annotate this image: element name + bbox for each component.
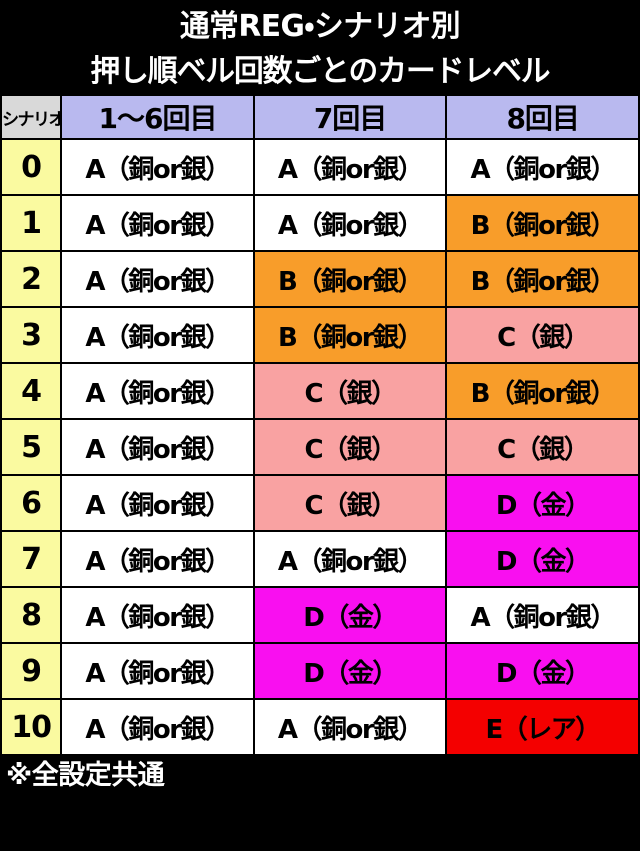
table-body: 0 A（銅or銀） A（銅or銀） A（銅or銀） 1 A（銅or銀） A（銅or銀） B（銅…	[2, 140, 638, 754]
card-level-cell-bell-1-6: A（銅or銀）	[62, 364, 253, 418]
card-level-cell-bell-8: B（銅or銀）	[447, 252, 638, 306]
scenario-number-cell: 7	[2, 532, 61, 586]
table-row: 1 A（銅or銀） A（銅or銀） B（銅or銀）	[2, 196, 638, 250]
scenario-number-cell: 2	[2, 252, 61, 306]
table-container: シナリオ 1〜6回目 7回目 8回目 0 A（銅or銀） A（銅or銀） A（銅or銀…	[0, 94, 640, 756]
table-row: 7 A（銅or銀） A（銅or銀） D（金）	[2, 532, 638, 586]
card-level-cell-bell-7: A（銅or銀）	[254, 140, 446, 194]
card-level-cell-bell-8: D（金）	[447, 476, 638, 530]
card-level-cell-bell-7: D（金）	[254, 588, 446, 642]
scenario-number-cell: 5	[2, 420, 61, 474]
column-header-scenario: シナリオ	[2, 96, 61, 138]
table-row: 8 A（銅or銀） D（金） A（銅or銀）	[2, 588, 638, 642]
card-level-cell-bell-1-6: A（銅or銀）	[62, 700, 253, 754]
card-level-cell-bell-8: D（金）	[447, 532, 638, 586]
page-title-line-2: 押し順ベル回数ごとのカードレベル	[90, 54, 550, 89]
card-level-cell-bell-1-6: A（銅or銀）	[62, 196, 253, 250]
card-level-cell-bell-8: A（銅or銀）	[447, 140, 638, 194]
card-level-cell-bell-8: A（銅or銀）	[447, 588, 638, 642]
card-level-cell-bell-1-6: A（銅or銀）	[62, 532, 253, 586]
scenario-number-cell: 1	[2, 196, 61, 250]
card-level-cell-bell-7: A（銅or銀）	[254, 532, 446, 586]
infographic-table-page: 通常REG・シナリオ別 押し順ベル回数ごとのカードレベル シナリオ 1〜6回目 …	[0, 0, 640, 851]
card-level-table: シナリオ 1〜6回目 7回目 8回目 0 A（銅or銀） A（銅or銀） A（銅or銀…	[0, 94, 640, 756]
column-header-bell-1-6: 1〜6回目	[62, 96, 253, 138]
table-row: 9 A（銅or銀） D（金） D（金）	[2, 644, 638, 698]
card-level-cell-bell-7: A（銅or銀）	[254, 700, 446, 754]
column-header-bell-7: 7回目	[254, 96, 446, 138]
card-level-cell-bell-7: B（銅or銀）	[254, 308, 446, 362]
table-row: 2 A（銅or銀） B（銅or銀） B（銅or銀）	[2, 252, 638, 306]
card-level-cell-bell-1-6: A（銅or銀）	[62, 140, 253, 194]
card-level-cell-bell-7: C（銀）	[254, 476, 446, 530]
card-level-cell-bell-1-6: A（銅or銀）	[62, 476, 253, 530]
card-level-cell-bell-7: C（銀）	[254, 420, 446, 474]
card-level-cell-bell-8: C（銀）	[447, 308, 638, 362]
card-level-cell-bell-1-6: A（銅or銀）	[62, 588, 253, 642]
page-title-line-1: 通常REG・シナリオ別	[179, 9, 461, 44]
table-row: 0 A（銅or銀） A（銅or銀） A（銅or銀）	[2, 140, 638, 194]
table-row: 3 A（銅or銀） B（銅or銀） C（銀）	[2, 308, 638, 362]
card-level-cell-bell-1-6: A（銅or銀）	[62, 252, 253, 306]
table-row: 5 A（銅or銀） C（銀） C（銀）	[2, 420, 638, 474]
column-header-bell-8: 8回目	[447, 96, 638, 138]
card-level-cell-bell-8: B（銅or銀）	[447, 196, 638, 250]
card-level-cell-bell-1-6: A（銅or銀）	[62, 644, 253, 698]
scenario-number-cell: 4	[2, 364, 61, 418]
card-level-cell-bell-7: A（銅or銀）	[254, 196, 446, 250]
scenario-number-cell: 6	[2, 476, 61, 530]
card-level-cell-bell-7: D（金）	[254, 644, 446, 698]
scenario-number-cell: 10	[2, 700, 61, 754]
table-row: 6 A（銅or銀） C（銀） D（金）	[2, 476, 638, 530]
scenario-number-cell: 3	[2, 308, 61, 362]
scenario-number-cell: 0	[2, 140, 61, 194]
page-title: 通常REG・シナリオ別 押し順ベル回数ごとのカードレベル	[0, 0, 640, 94]
card-level-cell-bell-7: C（銀）	[254, 364, 446, 418]
scenario-number-cell: 8	[2, 588, 61, 642]
table-header-row: シナリオ 1〜6回目 7回目 8回目	[2, 96, 638, 138]
table-row: 4 A（銅or銀） C（銀） B（銅or銀）	[2, 364, 638, 418]
card-level-cell-bell-8: D（金）	[447, 644, 638, 698]
card-level-cell-bell-8: E（レア）	[447, 700, 638, 754]
card-level-cell-bell-8: B（銅or銀）	[447, 364, 638, 418]
table-row: 10 A（銅or銀） A（銅or銀） E（レア）	[2, 700, 638, 754]
card-level-cell-bell-1-6: A（銅or銀）	[62, 308, 253, 362]
card-level-cell-bell-1-6: A（銅or銀）	[62, 420, 253, 474]
card-level-cell-bell-7: B（銅or銀）	[254, 252, 446, 306]
card-level-cell-bell-8: C（銀）	[447, 420, 638, 474]
footnote: ※全設定共通	[6, 760, 165, 791]
scenario-number-cell: 9	[2, 644, 61, 698]
